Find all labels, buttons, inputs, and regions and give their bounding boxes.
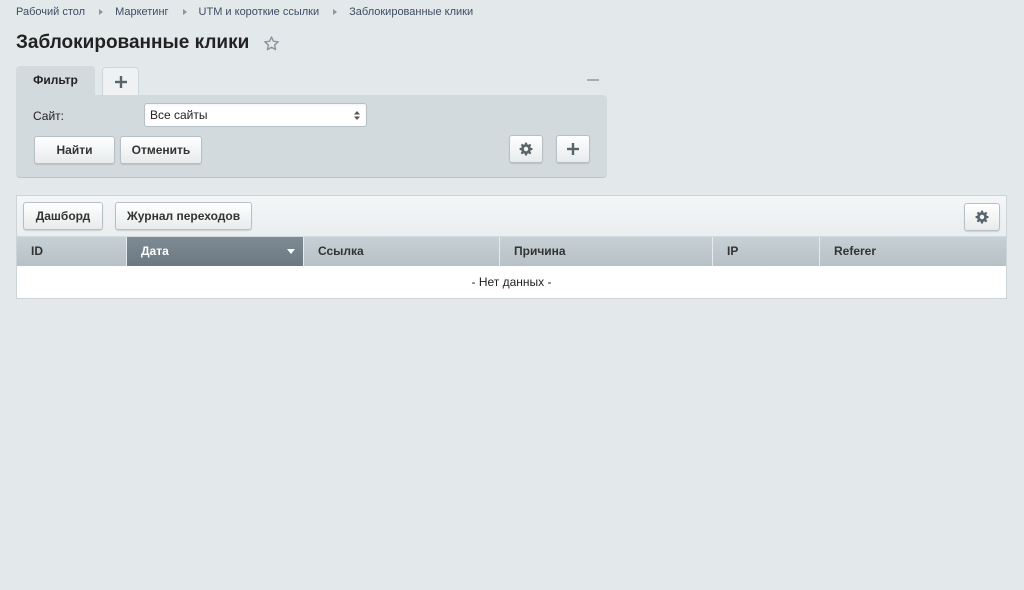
data-grid: Дашборд Журнал переходов ID Дата Ссылка …: [16, 195, 1007, 299]
dashboard-button[interactable]: Дашборд: [23, 202, 103, 230]
column-header-referer[interactable]: Referer: [820, 237, 1006, 266]
cancel-button[interactable]: Отменить: [120, 136, 202, 164]
chevron-right-icon: [182, 9, 187, 15]
column-header-ip[interactable]: IP: [713, 237, 820, 266]
column-header-date-label: Дата: [141, 244, 169, 258]
empty-message: - Нет данных -: [471, 275, 552, 289]
minus-icon[interactable]: [587, 79, 599, 81]
tab-filter[interactable]: Фильтр: [16, 66, 95, 96]
breadcrumb-item-desktop[interactable]: Рабочий стол: [16, 6, 85, 18]
plus-icon: [114, 75, 127, 88]
column-header-id[interactable]: ID: [17, 237, 127, 266]
add-filter-field-button[interactable]: [556, 135, 590, 163]
select-arrows-icon: [354, 111, 360, 120]
find-button[interactable]: Найти: [34, 136, 115, 164]
breadcrumb-item-utm[interactable]: UTM и короткие ссылки: [199, 6, 320, 18]
breadcrumb-item-current[interactable]: Заблокированные клики: [349, 6, 473, 18]
gear-icon: [975, 210, 989, 224]
column-header-date[interactable]: Дата: [127, 237, 304, 266]
title-row: Заблокированные клики: [16, 32, 280, 54]
journal-button[interactable]: Журнал переходов: [115, 202, 252, 230]
column-header-reason[interactable]: Причина: [500, 237, 713, 266]
site-select-value: Все сайты: [150, 108, 208, 122]
site-select[interactable]: Все сайты: [144, 103, 367, 127]
breadcrumb: Рабочий стол Маркетинг UTM и короткие сс…: [16, 6, 473, 18]
plus-icon: [567, 143, 579, 155]
add-filter-tab-button[interactable]: [102, 67, 139, 95]
star-icon[interactable]: [263, 35, 280, 52]
chevron-right-icon: [99, 9, 104, 15]
column-header-link[interactable]: Ссылка: [304, 237, 500, 266]
grid-settings-button[interactable]: [964, 203, 1000, 231]
filter-settings-button[interactable]: [509, 135, 543, 163]
sort-down-icon: [287, 249, 295, 254]
filter-panel: Сайт: Все сайты Найти Отменить: [16, 95, 607, 178]
page-title: Заблокированные клики: [16, 32, 250, 53]
chevron-right-icon: [333, 9, 338, 15]
gear-icon: [519, 142, 533, 156]
grid-header: ID Дата Ссылка Причина IP Referer: [17, 237, 1006, 266]
site-label: Сайт:: [33, 109, 65, 123]
breadcrumb-item-marketing[interactable]: Маркетинг: [115, 6, 168, 18]
grid-toolbar: Дашборд Журнал переходов: [17, 196, 1006, 237]
